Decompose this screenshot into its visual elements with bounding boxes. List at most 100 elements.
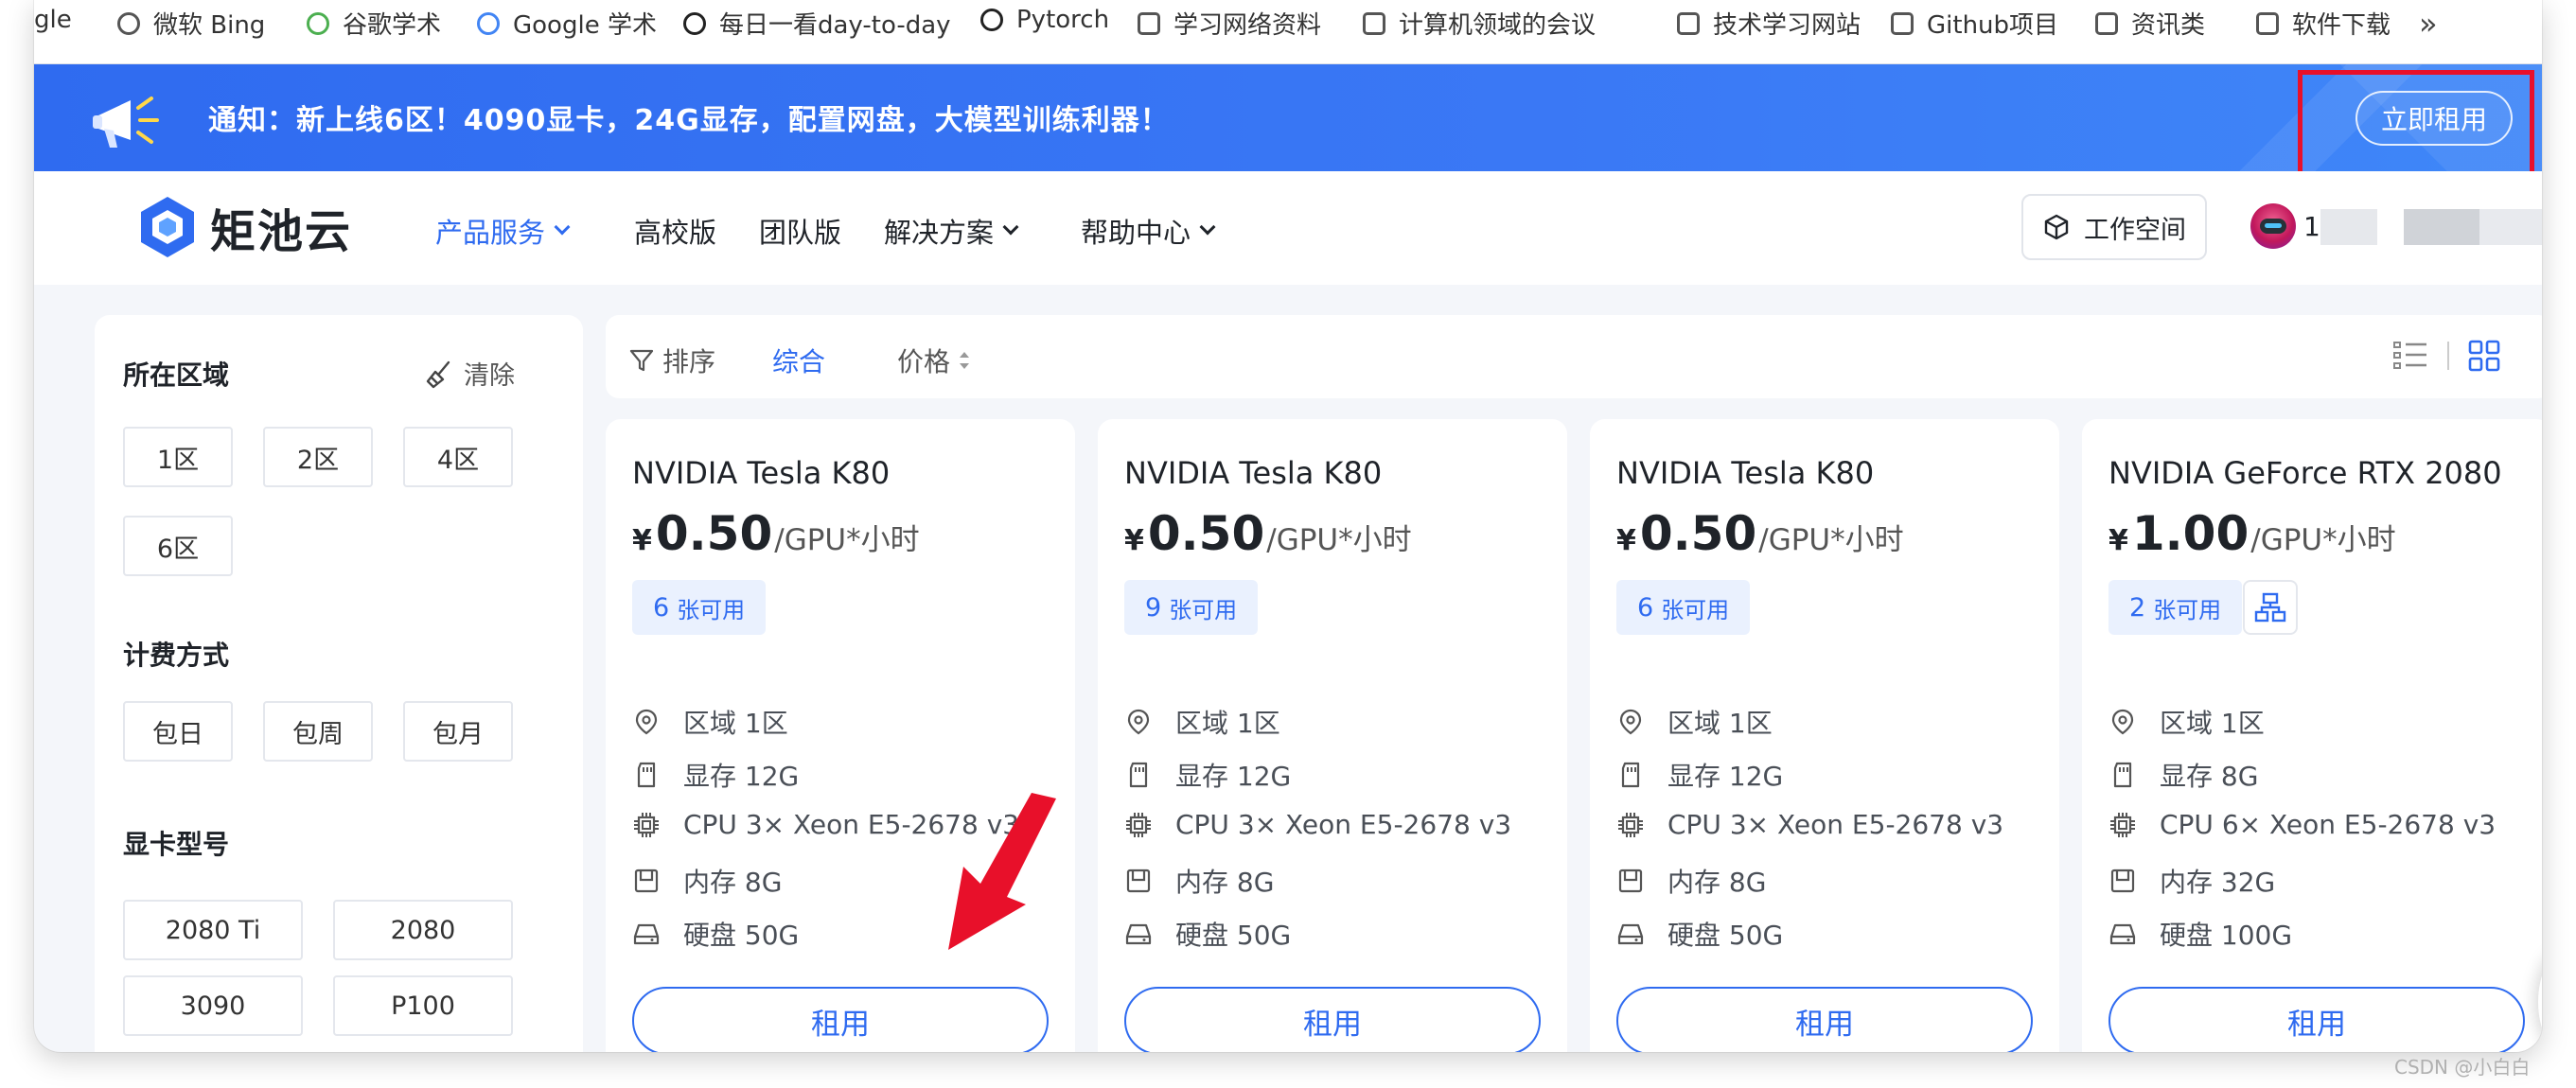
spec-cpu: CPU 3× Xeon E5-2678 v3 (1616, 809, 2003, 840)
ram-icon (1618, 869, 1643, 893)
rent-button[interactable]: 租用 (2108, 987, 2525, 1052)
spec-ram: 内存 32G (2108, 862, 2275, 900)
billing-chip[interactable]: 包日 (123, 701, 233, 762)
spec-text: 区域 1区 (1667, 708, 1773, 739)
rent-button[interactable]: 租用 (1124, 987, 1541, 1052)
spec-vram: 显存 8G (2108, 756, 2258, 794)
brand-name: 矩池云 (210, 205, 353, 258)
gpu-chip[interactable]: 2080 (333, 900, 513, 960)
spec-region: 区域 1区 (632, 703, 788, 741)
price-unit: /GPU*小时 (1266, 523, 1412, 557)
sort-comprehensive[interactable]: 综合 (772, 342, 825, 379)
nav-label: 高校版 (634, 217, 717, 249)
bookmark-item[interactable]: 学习网络资料 (1138, 6, 1321, 41)
ram-icon (634, 869, 659, 893)
bookmark-label: gle (34, 6, 72, 34)
region-chip[interactable]: 6区 (123, 516, 233, 576)
nav-label: 解决方案 (884, 217, 995, 249)
nav-item-university[interactable]: 高校版 (634, 211, 716, 251)
available-label: 张可用 (1661, 596, 1730, 623)
price-amount: 0.50 (1147, 506, 1265, 561)
availability-badge: 6 张可用 (632, 580, 767, 635)
search-icon (117, 11, 140, 35)
billing-chip[interactable]: 包月 (403, 701, 513, 762)
bookmark-label: 技术学习网站 (1713, 11, 1861, 40)
bookmarks-overflow-button[interactable]: » (2419, 6, 2438, 42)
available-label: 张可用 (1169, 596, 1238, 623)
spec-text: 内存 32G (2160, 867, 2276, 898)
clear-filters-button[interactable]: 清除 (424, 355, 515, 392)
nav-item-solutions[interactable]: 解决方案 (884, 211, 1019, 251)
memory-card-icon (1621, 762, 1640, 788)
region-chip[interactable]: 1区 (123, 427, 233, 487)
filter-icon (629, 349, 654, 372)
spec-ram: 内存 8G (1616, 862, 1766, 900)
view-divider (2447, 342, 2449, 370)
network-storage-badge[interactable] (2243, 580, 2298, 635)
scholar-icon (307, 11, 329, 35)
spec-vram: 显存 12G (1616, 756, 1783, 794)
billing-chip[interactable]: 包周 (263, 701, 373, 762)
rent-button[interactable]: 租用 (632, 987, 1049, 1052)
billing-filter-title: 计费方式 (123, 640, 230, 671)
pytorch-icon (980, 9, 1003, 31)
spec-disk: 硬盘 100G (2108, 915, 2292, 953)
gpu-chip[interactable]: 2080 Ti (123, 900, 303, 960)
price-unit: /GPU*小时 (2250, 523, 2396, 557)
bookmark-label: 软件下载 (2292, 11, 2391, 40)
bookmark-item[interactable]: 资讯类 (2095, 6, 2205, 41)
bookmark-label: 学习网络资料 (1173, 11, 1322, 40)
bookmarks-bar: gle 微软 Bing 谷歌学术 Google 学术 每日一看day-to-da… (34, 0, 2542, 64)
nav-item-products[interactable]: 产品服务 (435, 211, 571, 251)
bookmark-item[interactable]: Google 学术 (477, 6, 657, 41)
price-unit: /GPU*小时 (1758, 523, 1904, 557)
filter-sidebar: 所在区域 清除 1区 2区 4区 6区 计费方式 包日 包周 包月 显卡型号 2… (95, 315, 583, 1052)
scholar-icon (477, 11, 500, 35)
bookmark-item[interactable]: 软件下载 (2256, 6, 2391, 41)
network-icon (2254, 592, 2286, 623)
hard-disk-icon (633, 923, 660, 945)
region-chip[interactable]: 4区 (403, 427, 513, 487)
available-count: 6 (653, 592, 670, 623)
sort-price-label: 价格 (897, 346, 951, 377)
rent-now-button[interactable]: 立即租用 (2355, 91, 2513, 146)
workspace-button[interactable]: 工作空间 (2021, 194, 2207, 260)
bookmark-item[interactable]: 技术学习网站 (1677, 6, 1861, 41)
bookmark-item[interactable]: Github项目 (1891, 6, 2058, 41)
gpu-filter-title: 显卡型号 (123, 829, 230, 860)
list-view-icon[interactable] (2392, 340, 2428, 372)
bookmark-item[interactable]: 每日一看day-to-day (683, 6, 951, 41)
github-icon (683, 11, 706, 35)
bookmark-item[interactable]: 计算机领域的会议 (1363, 6, 1596, 41)
gpu-card: NVIDIA GeForce RTX 2080 ¥ 1.00 /GPU*小时 2… (2082, 419, 2542, 1052)
nav-item-team[interactable]: 团队版 (759, 211, 841, 251)
bookmark-item[interactable]: 微软 Bing (117, 6, 265, 41)
region-chip[interactable]: 2区 (263, 427, 373, 487)
bookmark-item[interactable]: gle (34, 6, 72, 34)
annotation-arrow (948, 793, 1056, 950)
gpu-title: NVIDIA Tesla K80 (632, 455, 891, 491)
rent-button[interactable]: 租用 (1616, 987, 2033, 1052)
avatar[interactable] (2250, 203, 2296, 249)
nav-item-help[interactable]: 帮助中心 (1081, 211, 1216, 251)
top-nav: 矩池云 产品服务 高校版 团队版 解决方案 帮助中心 工作空间 1 (34, 171, 2542, 285)
bookmark-item[interactable]: Pytorch (980, 6, 1109, 34)
available-label: 张可用 (2153, 596, 2222, 623)
gpu-chip[interactable]: 3090 (123, 975, 303, 1036)
brand-logo[interactable]: 矩池云 (138, 194, 352, 260)
browser-window: gle 微软 Bing 谷歌学术 Google 学术 每日一看day-to-da… (34, 0, 2542, 1052)
price: ¥ 0.50 /GPU*小时 (632, 506, 920, 561)
spec-cpu: CPU 6× Xeon E5-2678 v3 (2108, 809, 2496, 840)
spec-text: 显存 12G (1175, 761, 1292, 792)
gpu-chip[interactable]: P100 (333, 975, 513, 1036)
spec-text: 内存 8G (1175, 867, 1275, 898)
sort-price[interactable]: 价格 (897, 342, 971, 379)
nav-label: 团队版 (759, 217, 842, 249)
spec-text: 硬盘 100G (2160, 920, 2293, 951)
price-amount: 1.00 (2131, 506, 2250, 561)
user-name[interactable]: 1 (2303, 211, 2320, 242)
grid-view-icon[interactable] (2468, 340, 2500, 372)
bookmark-item[interactable]: 谷歌学术 (307, 6, 441, 41)
broom-icon (426, 360, 450, 388)
spec-disk: 硬盘 50G (1124, 915, 1291, 953)
